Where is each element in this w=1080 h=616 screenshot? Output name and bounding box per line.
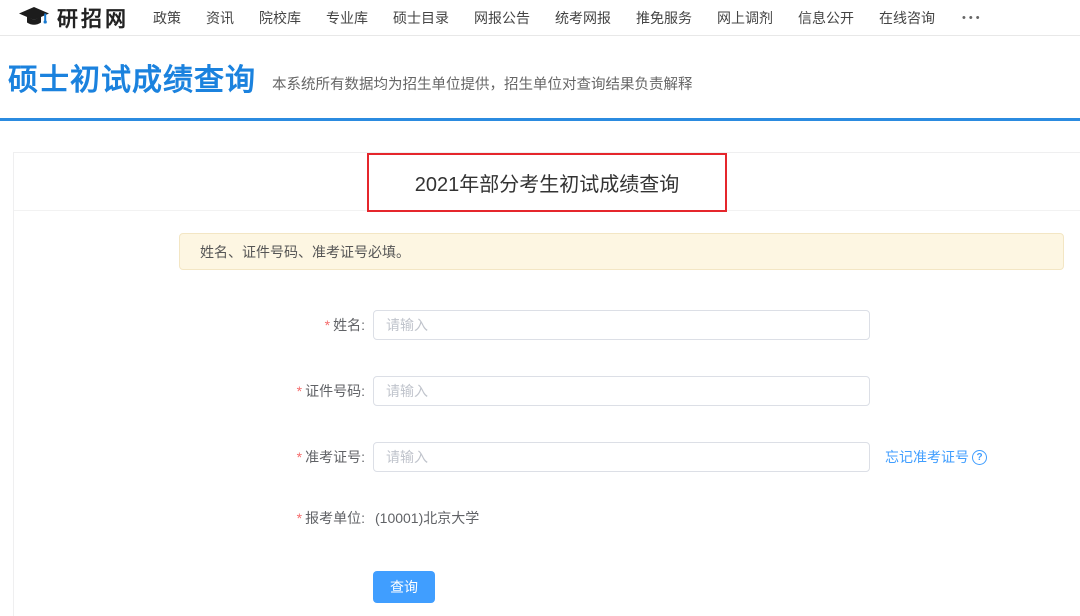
forgot-ticket-link[interactable]: 忘记准考证号 ? xyxy=(885,447,987,467)
forgot-ticket-link-text: 忘记准考证号 xyxy=(885,447,969,467)
logo-text: 研招网 xyxy=(57,3,129,33)
nav-item-exempt-service[interactable]: 推免服务 xyxy=(636,8,692,28)
required-asterisk: * xyxy=(297,510,302,526)
card-body: 姓名、证件号码、准考证号必填。 *姓名: *证件号码: xyxy=(14,211,1080,603)
nav-item-policy[interactable]: 政策 xyxy=(153,8,181,28)
required-asterisk: * xyxy=(297,449,302,465)
name-input[interactable] xyxy=(373,310,870,340)
graduation-cap-icon xyxy=(18,6,50,30)
form-row-name: *姓名: xyxy=(14,310,1080,340)
ticket-number-input[interactable] xyxy=(373,442,870,472)
main-content: 2021年部分考生初试成绩查询 姓名、证件号码、准考证号必填。 *姓名: *证件… xyxy=(0,121,1080,616)
form-row-ticket-number: *准考证号: 忘记准考证号 ? xyxy=(14,442,1080,472)
nav-item-online-adjustment[interactable]: 网上调剂 xyxy=(717,8,773,28)
question-circle-icon: ? xyxy=(972,450,987,465)
target-unit-label-text: 报考单位: xyxy=(305,510,365,526)
card-title: 2021年部分考生初试成绩查询 xyxy=(415,168,680,197)
card-header: 2021年部分考生初试成绩查询 xyxy=(14,153,1080,211)
form-row-id-number: *证件号码: xyxy=(14,376,1080,406)
alert-text: 姓名、证件号码、准考证号必填。 xyxy=(200,242,410,262)
nav-item-news[interactable]: 资讯 xyxy=(206,8,234,28)
nav-item-unified-exam[interactable]: 统考网报 xyxy=(555,8,611,28)
page-header: 硕士初试成绩查询 本系统所有数据均为招生单位提供，招生单位对查询结果负责解释 xyxy=(0,36,1080,118)
top-navbar: 研招网 政策 资讯 院校库 专业库 硕士目录 网报公告 统考网报 推免服务 网上… xyxy=(0,0,1080,36)
required-asterisk: * xyxy=(325,317,330,333)
id-number-label-text: 证件号码: xyxy=(305,383,365,399)
ticket-number-label-text: 准考证号: xyxy=(305,449,365,465)
nav-item-college-db[interactable]: 院校库 xyxy=(259,8,301,28)
required-asterisk: * xyxy=(297,383,302,399)
nav-item-major-db[interactable]: 专业库 xyxy=(326,8,368,28)
name-label-text: 姓名: xyxy=(333,317,365,333)
form-row-submit: 查询 xyxy=(14,571,1080,603)
form-row-target-unit: *报考单位: (10001)北京大学 xyxy=(14,508,1080,528)
ticket-number-label: *准考证号: xyxy=(14,447,373,467)
id-number-input[interactable] xyxy=(373,376,870,406)
nav-links: 政策 资讯 院校库 专业库 硕士目录 网报公告 统考网报 推免服务 网上调剂 信… xyxy=(153,8,983,28)
red-annotation-box: 2021年部分考生初试成绩查询 xyxy=(367,153,728,212)
required-fields-alert: 姓名、证件号码、准考证号必填。 xyxy=(179,233,1064,270)
target-unit-value: (10001)北京大学 xyxy=(375,508,479,528)
target-unit-label: *报考单位: xyxy=(14,508,373,528)
name-label: *姓名: xyxy=(14,315,373,335)
nav-more-button[interactable]: ••• xyxy=(962,12,983,24)
query-button[interactable]: 查询 xyxy=(373,571,435,603)
page-title: 硕士初试成绩查询 xyxy=(8,55,256,99)
nav-item-online-report-notice[interactable]: 网报公告 xyxy=(474,8,530,28)
nav-item-master-catalog[interactable]: 硕士目录 xyxy=(393,8,449,28)
question-glyph: ? xyxy=(976,452,982,463)
score-query-form: *姓名: *证件号码: *准考证号: 忘记准考证号 xyxy=(14,310,1080,603)
site-logo[interactable]: 研招网 xyxy=(18,3,129,33)
page-subtitle: 本系统所有数据均为招生单位提供，招生单位对查询结果负责解释 xyxy=(272,73,693,94)
nav-item-online-consult[interactable]: 在线咨询 xyxy=(879,8,935,28)
nav-item-info-disclosure[interactable]: 信息公开 xyxy=(798,8,854,28)
id-number-label: *证件号码: xyxy=(14,381,373,401)
query-card: 2021年部分考生初试成绩查询 姓名、证件号码、准考证号必填。 *姓名: *证件… xyxy=(13,152,1080,616)
